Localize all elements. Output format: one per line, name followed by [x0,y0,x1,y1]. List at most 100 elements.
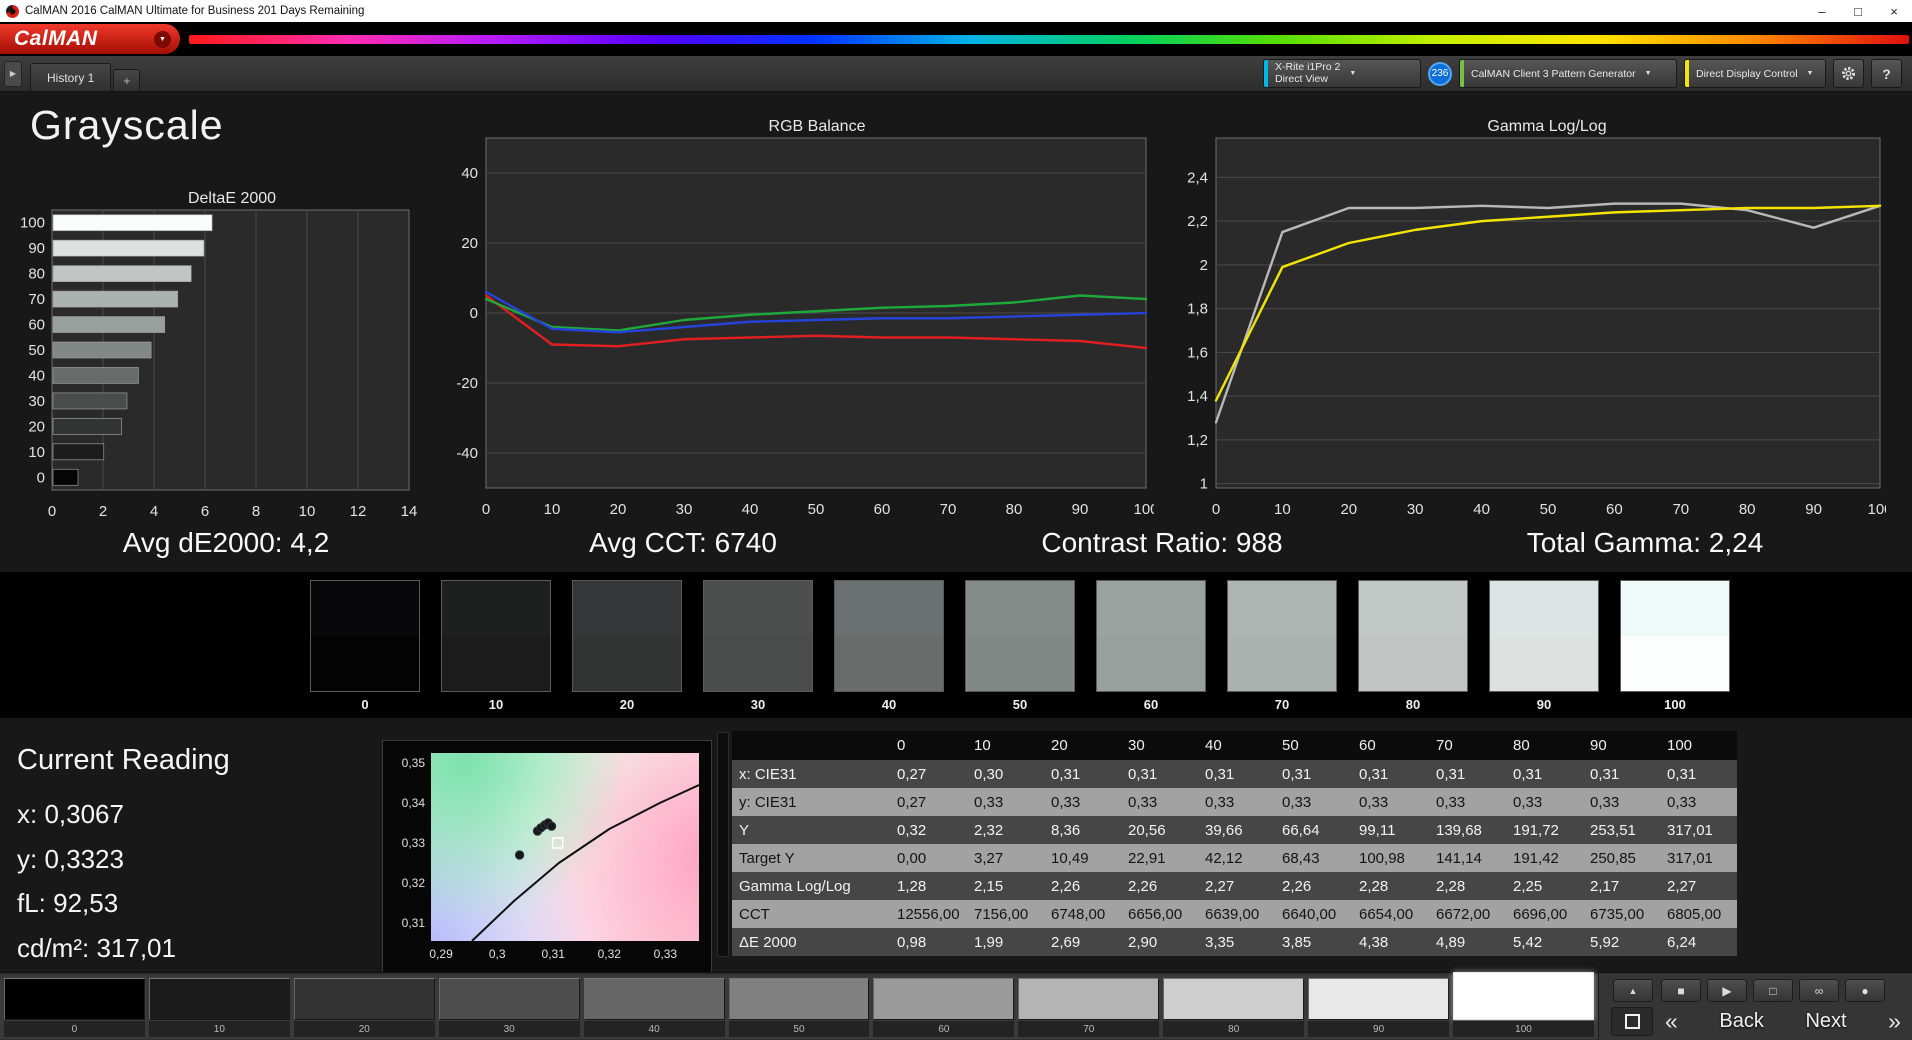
table-cell: 139,68 [1429,816,1506,844]
maximize-button[interactable]: □ [1840,0,1876,22]
pattern-level-button-60[interactable]: 60 [873,978,1015,1039]
table-cell: 42,12 [1198,844,1275,872]
pattern-level-button-10[interactable]: 10 [148,978,290,1039]
svg-text:12: 12 [350,503,367,520]
patch-color [1018,978,1160,1020]
cie-overlay [471,784,699,941]
swatch-target [1228,636,1336,691]
close-button[interactable]: × [1876,0,1912,22]
continuous-read-button[interactable]: ∞ [1799,979,1839,1002]
patch-color [293,978,435,1020]
svg-text:0: 0 [470,305,478,322]
patch-color [1163,978,1305,1020]
pattern-level-button-100[interactable]: 100 [1453,972,1594,1039]
pattern-level-button-0[interactable]: 0 [4,978,145,1039]
minimize-button[interactable]: – [1804,0,1840,22]
rgb-balance-chart: 40 20 0 -20 -40 0 10 20 30 40 50 60 70 80 90 100 [456,137,1154,518]
grayscale-swatch-band: Actual Target 0102030405060708090100 [0,572,1912,718]
svg-text:40: 40 [1473,501,1490,518]
table-cell: 0,33 [1506,788,1583,816]
deltae-bar-chart: 0 2 4 6 8 10 12 14 0 10 20 30 40 50 60 70 80 90 100 [20,209,417,520]
svg-text:40: 40 [461,165,478,182]
calman-menu-button[interactable]: CalMAN ▼ [0,24,180,54]
table-row: Y 0,32 2,32 8,36 20,56 39,66 66,64 99,11 139,68 1… [732,816,1737,844]
pattern-level-button-40[interactable]: 40 [583,978,725,1039]
table-cell: 0,31 [1275,760,1352,788]
back-button[interactable]: Back [1719,1010,1763,1033]
svg-text:2,4: 2,4 [1187,169,1208,186]
svg-text:0: 0 [482,501,490,518]
meter-accent [1264,60,1268,87]
record-button[interactable]: ● [1845,979,1885,1002]
table-cell: 2,26 [1121,872,1198,900]
table-row: Gamma Log/Log 1,28 2,15 2,26 2,26 2,27 2,26 2,2… [732,872,1737,900]
meter-dropdown[interactable]: X-Rite i1Pro 2 Direct View ▼ [1263,59,1421,88]
svg-text:1,8: 1,8 [1187,301,1208,318]
pattern-level-button-70[interactable]: 70 [1018,978,1160,1039]
table-row: ΔE 2000 0,98 1,99 2,69 2,90 3,35 3,85 4,38 4,89 5… [732,928,1737,956]
grayscale-swatch: 0 [310,580,420,712]
pattern-level-button-50[interactable]: 50 [728,978,870,1039]
swatch-target [704,636,812,691]
table-cell: 0,31 [1506,760,1583,788]
table-cell: 0,31 [1121,760,1198,788]
table-cell: 6748,00 [1044,900,1121,928]
patch-label: 80 [1163,1021,1305,1037]
pattern-level-button-30[interactable]: 30 [438,978,580,1039]
pattern-window-button[interactable] [1611,1007,1653,1036]
table-row-label: Y [732,816,890,844]
chevron-down-icon: ▼ [1644,70,1652,77]
display-control-dropdown[interactable]: Direct Display Control ▼ [1684,59,1826,88]
table-splitter[interactable] [717,732,729,957]
toolbar: ▶ History 1 + X-Rite i1Pro 2 Direct View… [0,56,1912,92]
pattern-level-button-90[interactable]: 90 [1308,978,1450,1039]
panel-expander-button[interactable]: ▶ [4,60,22,87]
svg-text:1,4: 1,4 [1187,388,1208,405]
svg-text:50: 50 [808,501,825,518]
table-cell: 2,28 [1429,872,1506,900]
screen-button[interactable]: □ [1753,979,1793,1002]
table-cell: 0,32 [890,816,967,844]
table-cell: 3,85 [1275,928,1352,956]
help-button[interactable]: ? [1871,59,1902,88]
stop-button[interactable]: ■ [1661,979,1701,1002]
table-cell: 2,27 [1660,872,1737,900]
grayscale-swatch: 40 [834,580,944,712]
table-cell: 2,26 [1044,872,1121,900]
swatch-actual [966,581,1074,636]
fast-forward-icon[interactable]: » [1888,1010,1901,1033]
svg-text:2,2: 2,2 [1187,213,1208,230]
chevron-down-icon: ▼ [154,30,171,48]
table-cell: 2,28 [1352,872,1429,900]
svg-text:10: 10 [1274,501,1291,518]
expand-up-button[interactable]: ▲ [1613,979,1653,1002]
table-header-cell: 60 [1352,731,1429,760]
swatch-target [1621,636,1729,691]
table-row-label: y: CIE31 [732,788,890,816]
cie-x-tick-label: 0,32 [597,947,621,961]
display-accent [1685,60,1689,87]
table-row-label: x: CIE31 [732,760,890,788]
swatch-level-label: 30 [750,697,766,712]
pattern-generator-dropdown[interactable]: CalMAN Client 3 Pattern Generator ▼ [1459,59,1677,88]
reading-y: y: 0,3323 [17,844,124,874]
table-header-cell: 70 [1429,731,1506,760]
cie-y-tick-label: 0,31 [401,916,425,930]
meter-count-badge[interactable]: 236 [1428,61,1452,86]
next-button[interactable]: Next [1805,1010,1846,1033]
table-header-cell: 90 [1583,731,1660,760]
add-tab-button[interactable]: + [113,69,141,91]
play-button[interactable]: ▶ [1707,979,1747,1002]
swatch-target [835,636,943,691]
avg-cct-stat: Avg CCT: 6740 [589,527,777,558]
table-cell: 191,42 [1506,844,1583,872]
rewind-icon[interactable]: « [1665,1010,1678,1033]
table-header-cell: 50 [1275,731,1352,760]
table-cell: 6,24 [1660,928,1737,956]
tab-history-1[interactable]: History 1 [30,63,112,91]
table-cell: 0,33 [1275,788,1352,816]
pattern-level-button-80[interactable]: 80 [1163,978,1305,1039]
pattern-level-button-20[interactable]: 20 [293,978,435,1039]
settings-button[interactable] [1833,59,1864,88]
svg-text:90: 90 [1805,501,1822,518]
